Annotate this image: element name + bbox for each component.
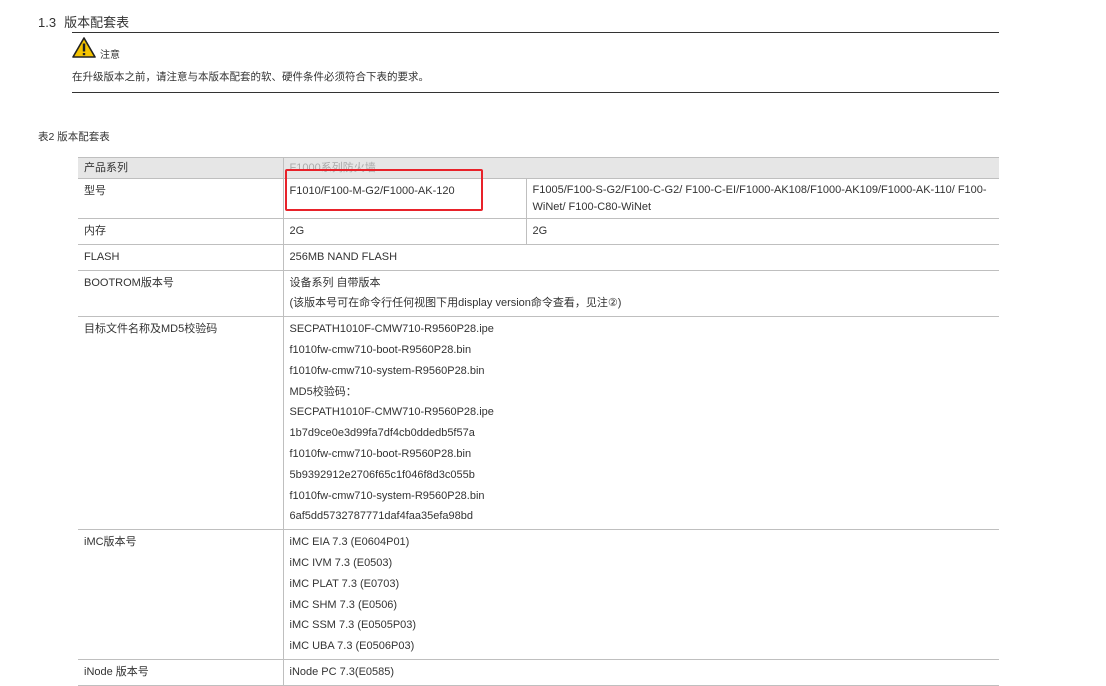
inode-label: iNode 版本号 [78,658,283,686]
imc-line: iMC UBA 7.3 (E0506P03) [289,640,415,653]
file-line: MD5校验码： [289,385,357,398]
section-number: 1.3 [38,15,57,30]
model-label: 型号 [78,178,283,219]
imc-line: iMC EIA 7.3 (E0604P01) [289,536,410,549]
file-line: f1010fw-cmw710-system-R9560P28.bin [289,489,485,502]
table-row-flash: FLASH 256MB NAND FLASH [78,243,1000,271]
model-col2: F1005/F100-S-G2/F100-C-G2/ F100-C-EI/F10… [525,178,1000,219]
imc-line: iMC PLAT 7.3 (E0703) [289,577,400,590]
header-value-cell: F1000系列防火墙 [282,157,1000,179]
memory-label: 内存 [78,218,283,245]
table-row-model: 型号 F1010/F100-M-G2/F1000-AK-120 F1005/F1… [78,178,1000,219]
files-label: 目标文件名称及MD5校验码 [78,316,283,531]
version-compat-table: 产品系列 F1000系列防火墙 型号 F1010/F100-M-G2/F1000… [78,157,1000,686]
table-row-imc: iMC版本号 iMC EIA 7.3 (E0604P01) iMC IVM 7.… [78,529,1000,660]
model-col1: F1010/F100-M-G2/F1000-AK-120 [282,178,526,219]
imc-label: iMC版本号 [78,529,283,660]
bootrom-value: 设备系列 自带版本 (该版本号可在命令行任何视图下用display versio… [282,269,1000,318]
file-line: SECPATH1010F-CMW710-R9560P28.ipe [289,406,494,419]
table-header-row: 产品系列 F1000系列防火墙 [78,157,1000,179]
files-value: SECPATH1010F-CMW710-R9560P28.ipe f1010fw… [282,316,1000,531]
file-line: f1010fw-cmw710-system-R9560P28.bin [289,364,485,377]
warning-triangle-icon [72,37,96,58]
file-line: f1010fw-cmw710-boot-R9560P28.bin [289,343,472,356]
imc-value: iMC EIA 7.3 (E0604P01) iMC IVM 7.3 (E050… [282,529,1000,660]
header-label-cell: 产品系列 [78,157,283,179]
bootrom-label: BOOTROM版本号 [78,269,283,318]
imc-line: iMC SHM 7.3 (E0506) [289,598,398,611]
bootrom-line: 设备系列 自带版本 [289,276,381,289]
file-line: 5b9392912e2706f65c1f046f8d3c055b [289,468,475,481]
imc-line: iMC IVM 7.3 (E0503) [289,556,393,569]
table-row-files: 目标文件名称及MD5校验码 SECPATH1010F-CMW710-R9560P… [78,316,1000,531]
imc-line: iMC SSM 7.3 (E0505P03) [289,619,417,632]
memory-col1: 2G [282,218,526,245]
file-line: 6af5dd5732787771daf4faa35efa98bd [289,510,474,523]
bootrom-line: (该版本号可在命令行任何视图下用display version命令查看，见注②) [289,297,622,310]
table-row-bootrom: BOOTROM版本号 设备系列 自带版本 (该版本号可在命令行任何视图下用dis… [78,269,1000,318]
table-caption: 表2 版本配套表 [38,131,110,143]
inode-value: iNode PC 7.3(E0585) [282,658,1000,686]
flash-value: 256MB NAND FLASH [282,243,1000,271]
flash-label: FLASH [78,243,283,271]
memory-col2: 2G [525,218,1000,245]
note-box: 注意 在升级版本之前，请注意与本版本配套的软、硬件条件必须符合下表的要求。 [72,32,999,93]
table-row-memory: 内存 2G 2G [78,218,1000,245]
note-label: 注意 [100,50,120,61]
section-title: 版本配套表 [64,15,130,30]
file-line: 1b7d9ce0e3d99fa7df4cb0ddedb5f57a [289,427,475,440]
file-line: SECPATH1010F-CMW710-R9560P28.ipe [289,323,494,336]
note-text: 在升级版本之前，请注意与本版本配套的软、硬件条件必须符合下表的要求。 [72,71,429,83]
file-line: f1010fw-cmw710-boot-R9560P28.bin [289,447,472,460]
table-row-inode: iNode 版本号 iNode PC 7.3(E0585) [78,658,1000,686]
section-heading: 1.3 版本配套表 [38,12,129,31]
